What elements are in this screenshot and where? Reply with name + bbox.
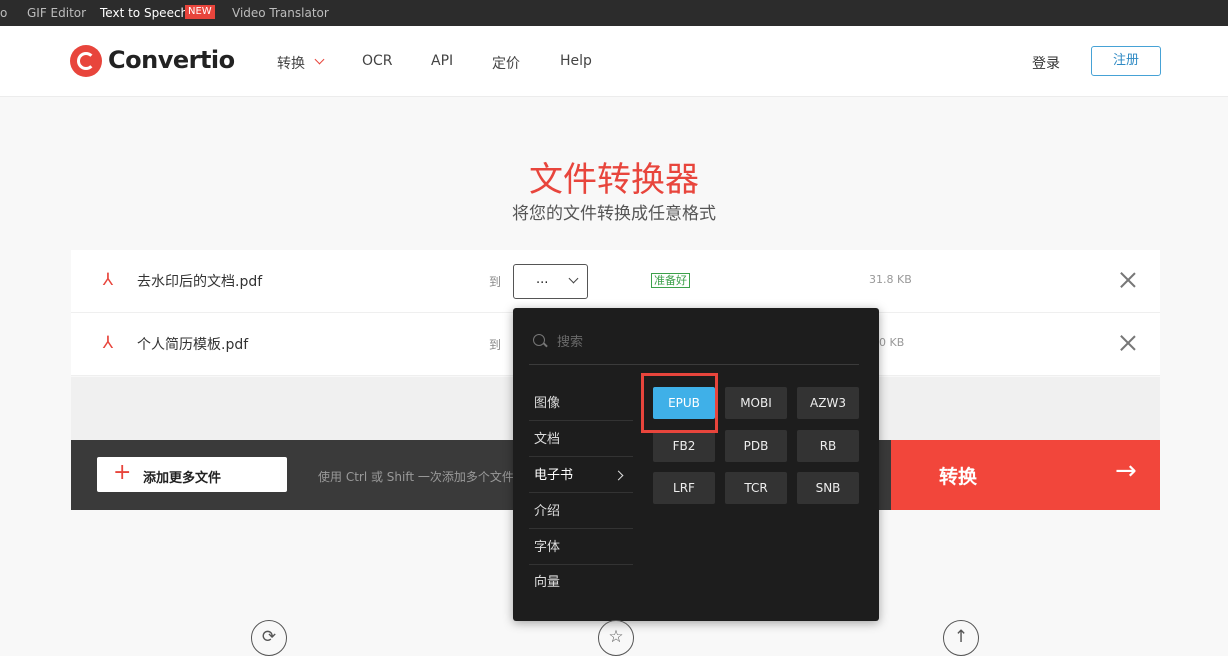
format-epub[interactable]: EPUB	[653, 387, 715, 419]
chevron-down-icon	[568, 273, 579, 284]
add-more-files-button[interactable]: + 添加更多文件	[97, 457, 287, 492]
category-ebook[interactable]: 电子书	[529, 458, 633, 493]
topbar-video-translator[interactable]: Video Translator	[232, 6, 329, 20]
file-name: 个人简历模板.pdf	[137, 337, 249, 353]
format-select[interactable]: ...	[513, 264, 588, 299]
format-azw3[interactable]: AZW3	[797, 387, 859, 419]
format-dropdown: 图像 文档 电子书 介绍 字体 向量 EPUB MOBI AZW3 FB2 PD…	[513, 308, 879, 621]
refresh-icon: ⟳	[251, 620, 287, 656]
topbar-item-partial[interactable]: o	[0, 6, 7, 20]
category-document[interactable]: 文档	[529, 422, 633, 457]
multi-add-hint: 使用 Ctrl 或 Shift 一次添加多个文件	[318, 470, 514, 484]
site-header: Convertio 转换 OCR API 定价 Help 登录 注册	[0, 26, 1228, 97]
category-vector[interactable]: 向量	[529, 565, 633, 600]
format-rb[interactable]: RB	[797, 430, 859, 462]
add-more-files-label: 添加更多文件	[143, 471, 222, 486]
nav-api[interactable]: API	[431, 53, 453, 69]
star-icon: ☆	[598, 620, 634, 656]
divider	[529, 364, 859, 365]
topbar-text-to-speech[interactable]: Text to Speech	[100, 6, 188, 20]
to-label: 到	[489, 338, 502, 352]
plus-icon: +	[113, 460, 132, 485]
file-name: 去水印后的文档.pdf	[137, 274, 263, 290]
file-row: ⅄ 去水印后的文档.pdf 到 ... 准备好 31.8 KB	[71, 250, 1160, 313]
cloud-upload-icon: ↑	[943, 620, 979, 656]
format-tcr[interactable]: TCR	[725, 472, 787, 504]
nav-convert[interactable]: 转换	[277, 53, 305, 73]
category-font[interactable]: 字体	[529, 530, 633, 565]
status-badge: 准备好	[651, 273, 690, 288]
new-badge: NEW	[185, 5, 215, 19]
format-mobi[interactable]: MOBI	[725, 387, 787, 419]
top-bar: o GIF Editor Text to Speech NEW Video Tr…	[0, 0, 1228, 26]
format-select-value: ...	[536, 272, 549, 287]
pdf-icon: ⅄	[102, 333, 114, 353]
page-title: 文件转换器	[529, 160, 699, 200]
topbar-gif-editor[interactable]: GIF Editor	[27, 6, 86, 20]
nav-help[interactable]: Help	[560, 53, 592, 69]
arrow-right-icon: →	[1115, 456, 1137, 486]
register-button[interactable]: 注册	[1091, 46, 1161, 76]
convert-button[interactable]: 转换 →	[891, 440, 1160, 510]
pdf-icon: ⅄	[102, 270, 114, 290]
file-size: 31.8 KB	[869, 273, 912, 286]
nav-pricing[interactable]: 定价	[492, 53, 520, 73]
category-presentation[interactable]: 介绍	[529, 494, 633, 529]
login-link[interactable]: 登录	[1032, 53, 1060, 73]
format-pdb[interactable]: PDB	[725, 430, 787, 462]
to-label: 到	[489, 275, 502, 289]
chevron-down-icon[interactable]	[314, 54, 325, 65]
convertio-logo-icon[interactable]	[70, 45, 102, 77]
category-image[interactable]: 图像	[529, 386, 633, 421]
convert-label: 转换	[939, 466, 978, 488]
search-icon	[533, 334, 545, 346]
nav-ocr[interactable]: OCR	[362, 53, 393, 69]
close-icon[interactable]	[1120, 272, 1136, 288]
category-ebook-label: 电子书	[534, 468, 574, 483]
logo-text[interactable]: Convertio	[108, 46, 235, 74]
format-snb[interactable]: SNB	[797, 472, 859, 504]
chevron-right-icon	[613, 470, 624, 481]
format-search-input[interactable]	[555, 331, 859, 353]
format-lrf[interactable]: LRF	[653, 472, 715, 504]
format-fb2[interactable]: FB2	[653, 430, 715, 462]
close-icon[interactable]	[1120, 335, 1136, 351]
page-subtitle: 将您的文件转换成任意格式	[512, 204, 716, 224]
